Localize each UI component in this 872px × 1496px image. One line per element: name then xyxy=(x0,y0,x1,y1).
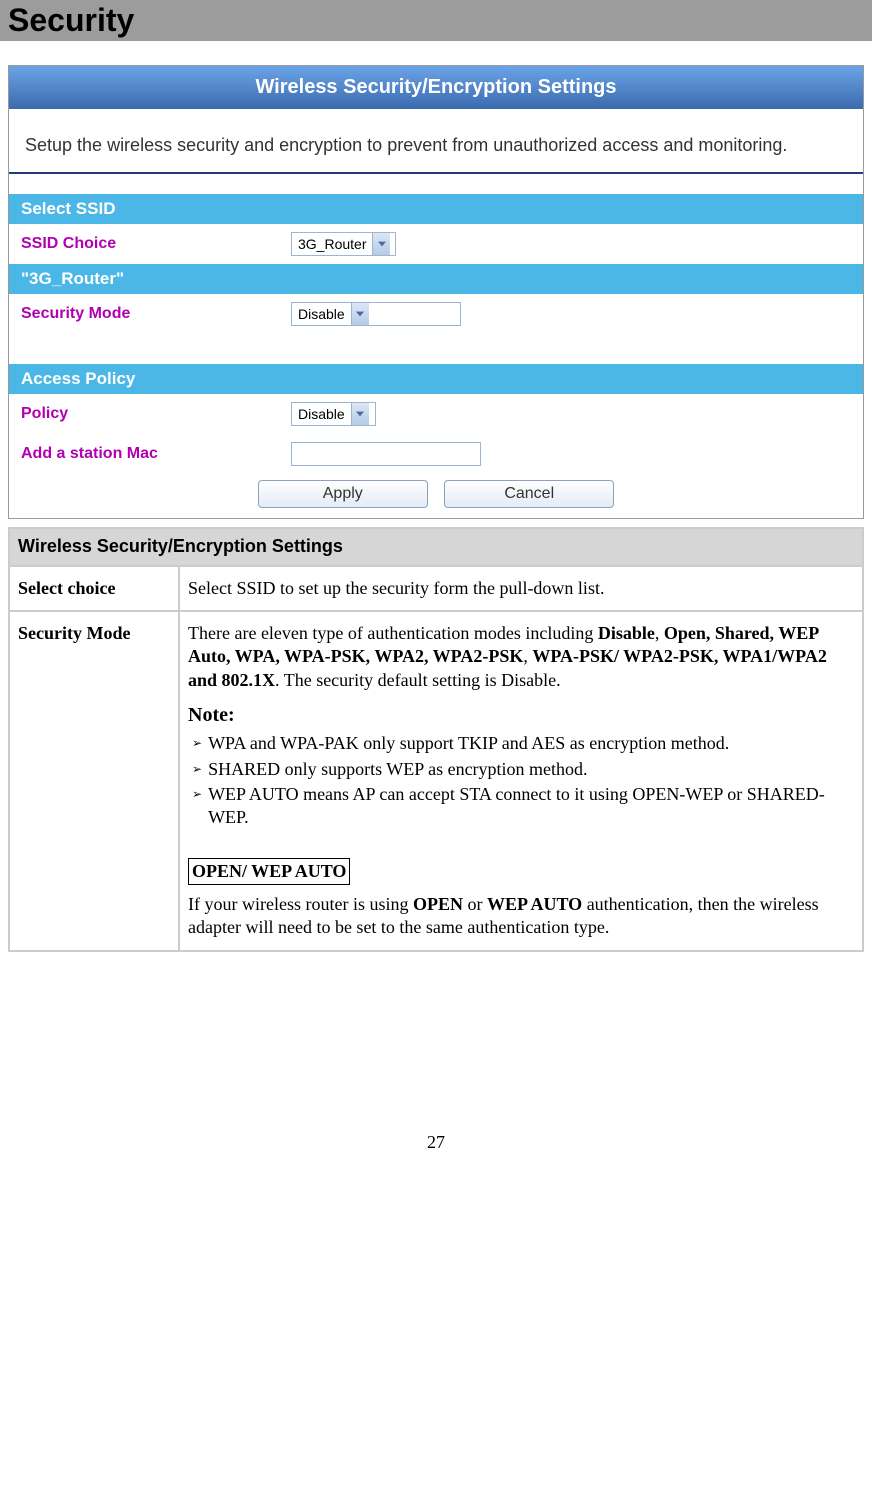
section-access-policy: Access Policy xyxy=(9,364,863,394)
bullet-text: WPA and WPA-PAK only support TKIP and AE… xyxy=(208,732,729,755)
section-current-ssid: "3G_Router" xyxy=(9,264,863,294)
text-fragment: or xyxy=(463,894,487,914)
table-title: Wireless Security/Encryption Settings xyxy=(9,528,863,565)
select-policy-value: Disable xyxy=(292,406,351,422)
row-value-security-mode: There are eleven type of authentication … xyxy=(179,611,863,951)
select-policy[interactable]: Disable xyxy=(291,402,376,426)
row-policy: Policy Disable xyxy=(9,394,863,434)
text-fragment: There are eleven type of authentication … xyxy=(188,623,598,643)
bullet-icon: ➢ xyxy=(192,732,202,755)
page-header-band: Security xyxy=(0,0,872,41)
paragraph: If your wireless router is using OPEN or… xyxy=(188,893,854,940)
label-add-mac: Add a station Mac xyxy=(21,445,291,463)
panel-title-bar: Wireless Security/Encryption Settings xyxy=(9,66,863,109)
bullet-icon: ➢ xyxy=(192,758,202,781)
list-item: ➢ WPA and WPA-PAK only support TKIP and A… xyxy=(192,732,854,755)
table-header-row: Wireless Security/Encryption Settings xyxy=(9,528,863,565)
row-label-security-mode: Security Mode xyxy=(9,611,179,951)
divider xyxy=(9,172,863,174)
list-item: ➢ SHARED only supports WEP as encryption … xyxy=(192,758,854,781)
select-security-mode[interactable]: Disable xyxy=(291,302,461,326)
table-row: Security Mode There are eleven type of a… xyxy=(9,611,863,951)
select-ssid-choice-value: 3G_Router xyxy=(292,236,372,252)
chevron-down-icon xyxy=(351,303,369,325)
bullet-icon: ➢ xyxy=(192,783,202,830)
chevron-down-icon xyxy=(372,233,390,255)
select-ssid-choice[interactable]: 3G_Router xyxy=(291,232,396,256)
cancel-button[interactable]: Cancel xyxy=(444,480,614,508)
page-number: 27 xyxy=(0,1132,872,1173)
label-policy: Policy xyxy=(21,405,291,423)
button-row: Apply Cancel xyxy=(9,474,863,518)
input-add-mac[interactable] xyxy=(291,442,481,466)
row-security-mode: Security Mode Disable xyxy=(9,294,863,334)
note-heading: Note: xyxy=(188,702,854,728)
text-fragment: . The security default setting is Disabl… xyxy=(275,670,561,690)
bold-fragment: WEP AUTO xyxy=(487,894,582,914)
section-select-ssid: Select SSID xyxy=(9,194,863,224)
text-fragment: , xyxy=(523,646,532,666)
chevron-down-icon xyxy=(351,403,369,425)
panel-intro-text: Setup the wireless security and encrypti… xyxy=(9,109,863,172)
select-security-mode-value: Disable xyxy=(292,306,351,322)
apply-button[interactable]: Apply xyxy=(258,480,428,508)
text-fragment: , xyxy=(655,623,664,643)
bullet-text: SHARED only supports WEP as encryption m… xyxy=(208,758,587,781)
note-bullets: ➢ WPA and WPA-PAK only support TKIP and A… xyxy=(188,732,854,830)
router-admin-panel: Wireless Security/Encryption Settings Se… xyxy=(8,65,864,519)
label-security-mode: Security Mode xyxy=(21,305,291,323)
row-value-select-choice: Select SSID to set up the security form … xyxy=(179,566,863,611)
list-item: ➢WEP AUTO means AP can accept STA connec… xyxy=(192,783,854,830)
boxed-heading: OPEN/ WEP AUTO xyxy=(188,858,350,885)
description-table: Wireless Security/Encryption Settings Se… xyxy=(8,527,864,952)
table-row: Select choice Select SSID to set up the … xyxy=(9,566,863,611)
row-ssid-choice: SSID Choice 3G_Router xyxy=(9,224,863,264)
label-ssid-choice: SSID Choice xyxy=(21,235,291,253)
row-label-select-choice: Select choice xyxy=(9,566,179,611)
bullet-text: WEP AUTO means AP can accept STA connect… xyxy=(208,783,854,830)
bold-fragment: OPEN xyxy=(413,894,463,914)
row-add-mac: Add a station Mac xyxy=(9,434,863,474)
text-fragment: If your wireless router is using xyxy=(188,894,413,914)
page-title: Security xyxy=(8,2,864,39)
bold-fragment: Disable xyxy=(598,623,655,643)
